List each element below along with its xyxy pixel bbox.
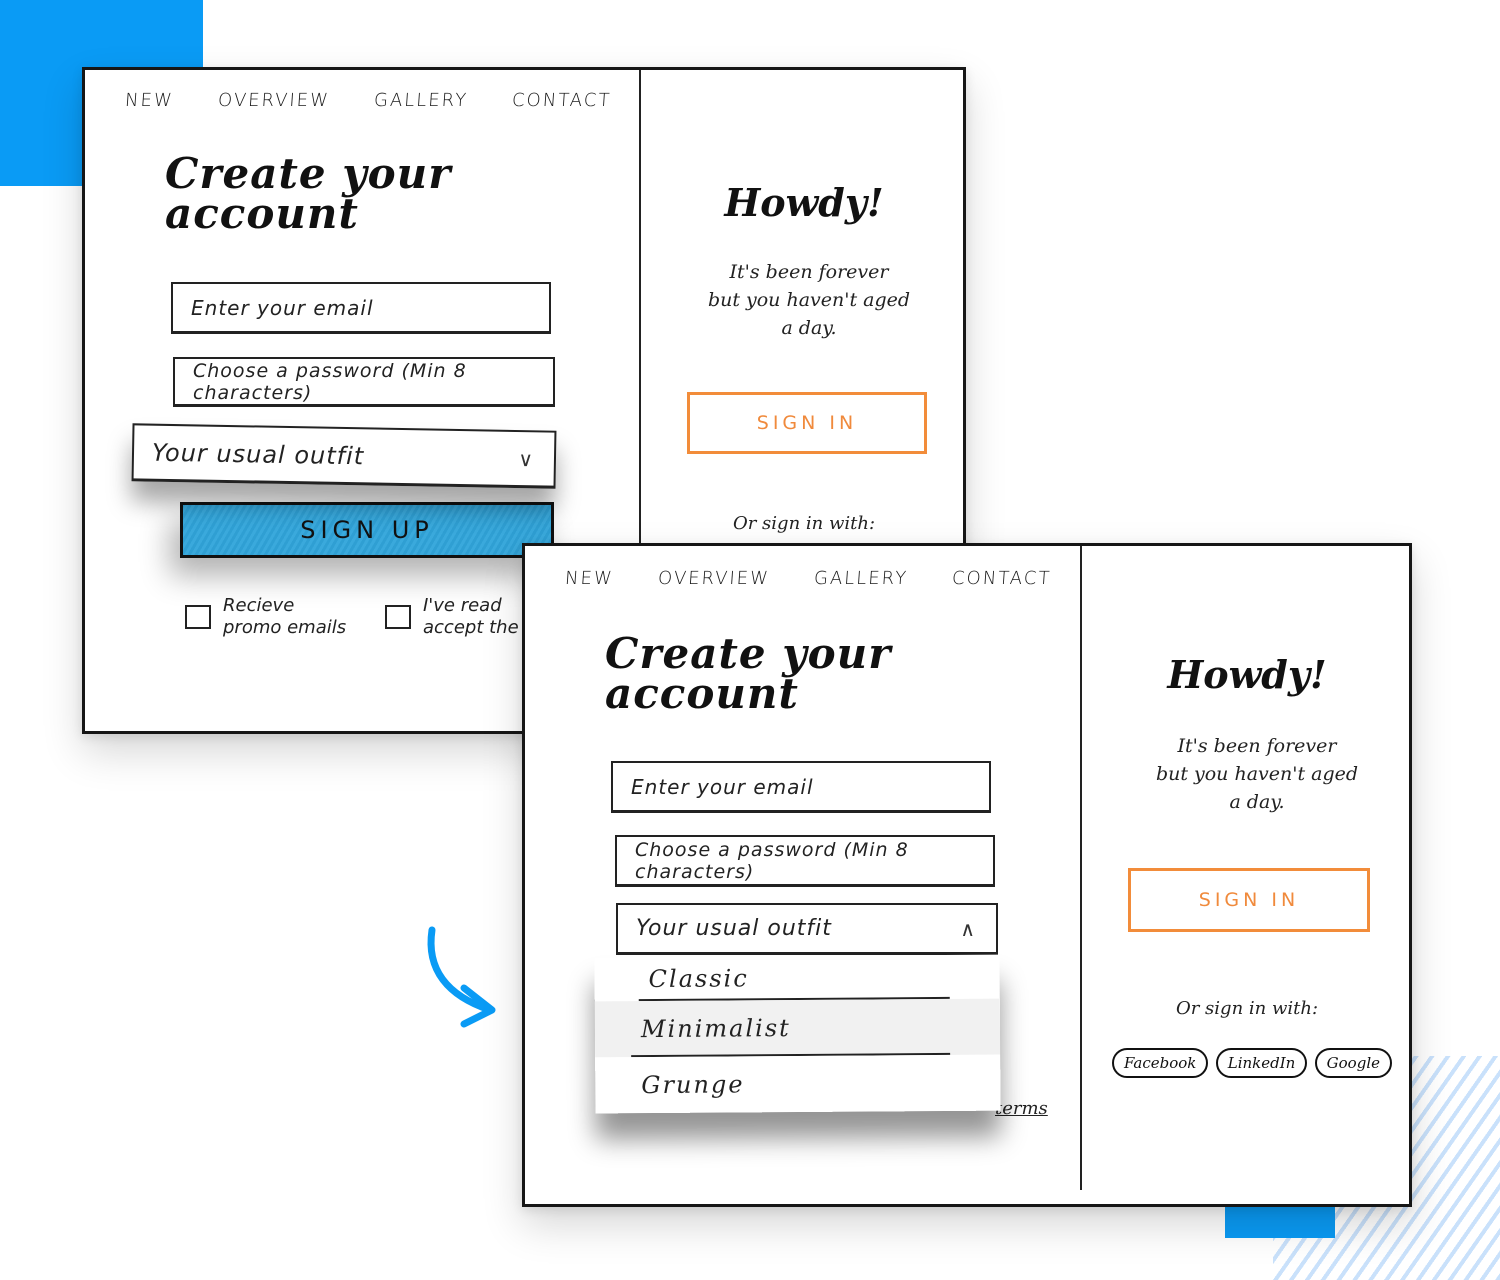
password-field[interactable]: Choose a password (Min 8 characters) xyxy=(615,835,995,887)
nav-item-new[interactable]: NEW xyxy=(124,90,174,111)
sign-in-panel: Howdy! It's been forever but you haven't… xyxy=(1082,546,1412,1204)
title-line-2: account xyxy=(165,189,359,238)
nav-item-gallery[interactable]: GALLERY xyxy=(813,568,909,589)
dropdown-option-grunge[interactable]: Grunge xyxy=(595,1054,1001,1114)
tagline: It's been forever but you haven't aged a… xyxy=(1132,732,1382,816)
nav-item-contact[interactable]: CONTACT xyxy=(951,568,1052,589)
terms-label-line-2: accept the xyxy=(423,617,519,638)
dropdown-option-classic[interactable]: Classic xyxy=(602,954,1000,1002)
top-nav: NEW OVERVIEW GALLERY CONTACT xyxy=(564,568,1095,589)
promo-emails-checkbox[interactable] xyxy=(185,605,211,629)
chevron-up-icon[interactable]: ∧ xyxy=(960,917,976,941)
sign-in-button[interactable]: SIGN IN xyxy=(1128,868,1370,932)
tagline-line-3: a day. xyxy=(1229,791,1285,813)
social-sign-in-buttons: Facebook LinkedIn Google xyxy=(1112,1048,1392,1078)
howdy-heading: Howdy! xyxy=(724,180,884,225)
facebook-button[interactable]: Facebook xyxy=(1112,1048,1209,1078)
wireframe-after: NEW OVERVIEW GALLERY CONTACT Create your… xyxy=(522,543,1412,1207)
email-field[interactable]: Enter your email xyxy=(611,761,991,813)
promo-emails-option: Recieve promo emails xyxy=(185,595,346,639)
outfit-select[interactable]: Your usual outfit ∨ xyxy=(131,423,557,489)
nav-item-new[interactable]: NEW xyxy=(564,568,614,589)
promo-emails-label: Recieve promo emails xyxy=(223,595,346,639)
or-sign-in-with-label: Or sign in with: xyxy=(1175,998,1319,1019)
sign-in-button[interactable]: SIGN IN xyxy=(687,392,927,454)
email-field[interactable]: Enter your email xyxy=(171,282,551,334)
dropdown-option-minimalist[interactable]: Minimalist xyxy=(594,998,1001,1058)
chevron-down-icon[interactable]: ∨ xyxy=(518,447,534,471)
or-sign-in-with-label: Or sign in with: xyxy=(732,513,876,534)
tagline: It's been forever but you haven't aged a… xyxy=(681,258,937,342)
promo-label-line-1: Recieve xyxy=(223,595,295,616)
title-line-2: account xyxy=(605,669,799,718)
outfit-placeholder: Your usual outfit xyxy=(151,438,365,470)
email-placeholder: Enter your email xyxy=(191,295,374,320)
sign-up-button[interactable]: SIGN UP xyxy=(180,502,554,558)
option-label: Classic xyxy=(648,964,749,994)
tagline-line-3: a day. xyxy=(781,317,837,339)
nav-item-overview[interactable]: OVERVIEW xyxy=(657,568,770,589)
nav-item-overview[interactable]: OVERVIEW xyxy=(217,90,330,111)
tagline-line-1: It's been forever xyxy=(729,261,889,283)
nav-item-contact[interactable]: CONTACT xyxy=(511,90,612,111)
linkedin-button[interactable]: LinkedIn xyxy=(1215,1048,1308,1078)
terms-label: I've read accept the xyxy=(423,595,519,639)
outfit-dropdown-menu: Classic Minimalist Grunge xyxy=(594,954,1001,1114)
outfit-placeholder: Your usual outfit xyxy=(636,916,832,941)
nav-item-gallery[interactable]: GALLERY xyxy=(373,90,469,111)
outfit-select[interactable]: Your usual outfit ∧ xyxy=(616,903,998,955)
google-button[interactable]: Google xyxy=(1314,1048,1392,1078)
decorative-blue-square-bottom-right xyxy=(1225,1206,1335,1238)
promo-label-line-2: promo emails xyxy=(223,617,347,638)
howdy-heading: Howdy! xyxy=(1167,652,1327,697)
page-title: Create your account xyxy=(165,153,451,235)
terms-link-fragment[interactable]: terms xyxy=(995,1098,1048,1119)
top-nav: NEW OVERVIEW GALLERY CONTACT xyxy=(124,90,655,111)
tagline-line-2: but you haven't aged xyxy=(707,289,911,311)
tagline-line-2: but you haven't aged xyxy=(1155,763,1359,785)
password-placeholder: Choose a password (Min 8 characters) xyxy=(193,359,467,404)
terms-checkbox[interactable] xyxy=(385,605,411,629)
option-label: Grunge xyxy=(641,1070,745,1100)
terms-option: I've read accept the xyxy=(385,595,519,639)
page-title: Create your account xyxy=(605,633,891,715)
curved-arrow-icon xyxy=(427,926,496,1028)
terms-label-line-1: I've read xyxy=(423,595,502,616)
email-placeholder: Enter your email xyxy=(631,774,814,799)
tagline-line-1: It's been forever xyxy=(1177,735,1337,757)
password-placeholder: Choose a password (Min 8 characters) xyxy=(635,838,909,883)
password-field[interactable]: Choose a password (Min 8 characters) xyxy=(173,357,555,407)
option-label: Minimalist xyxy=(640,1014,791,1044)
